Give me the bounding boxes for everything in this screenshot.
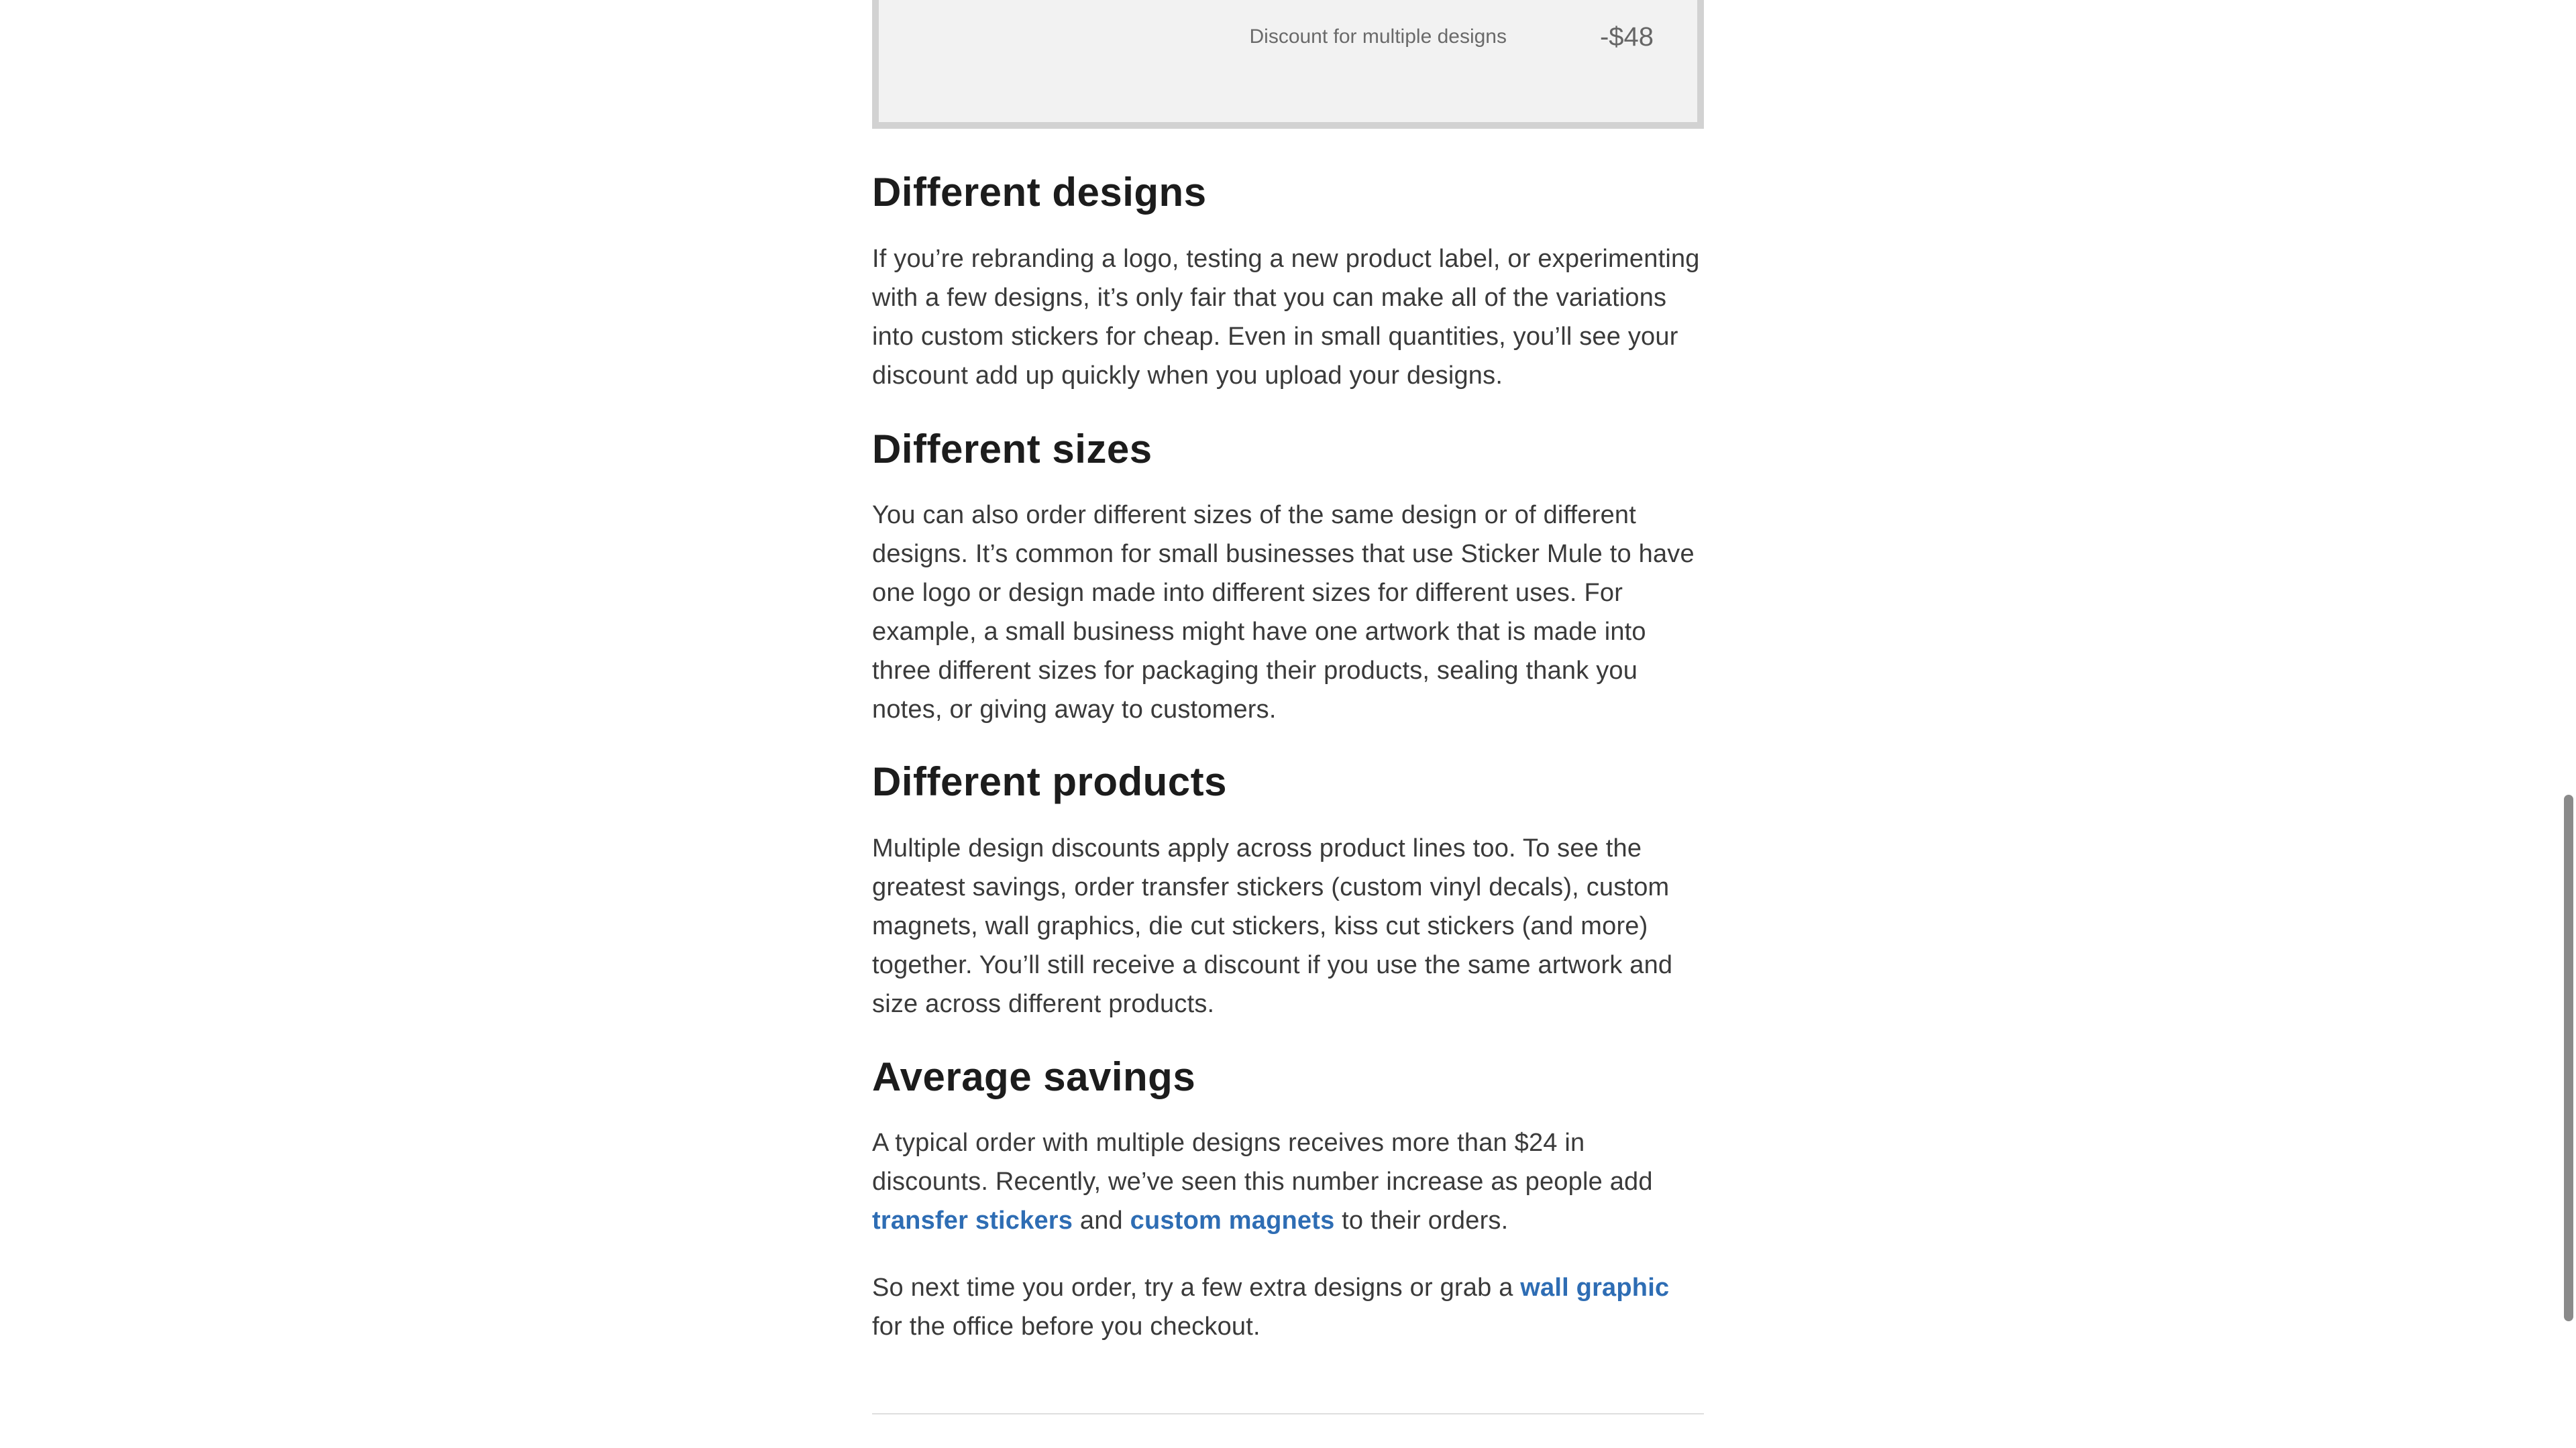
scrollbar-thumb[interactable] (2564, 795, 2573, 1321)
paragraph-closing: So next time you order, try a few extra … (872, 1268, 1704, 1346)
paragraph-text: to their orders. (1334, 1207, 1509, 1235)
paragraph-average-savings: A typical order with multiple designs re… (872, 1123, 1704, 1240)
heading-average-savings: Average savings (872, 1054, 1196, 1099)
page: Discount for multiple designs -$48 Diffe… (0, 0, 2576, 1448)
discount-amount: -$48 (1599, 22, 1654, 52)
paragraph-text: So next time you order, try a few extra … (872, 1274, 1521, 1302)
transfer-stickers-link[interactable]: transfer stickers (872, 1207, 1073, 1235)
paragraph-different-sizes: You can also order different sizes of th… (872, 501, 1695, 724)
heading-different-sizes: Different sizes (872, 427, 1152, 471)
paragraph-text: and (1073, 1207, 1130, 1235)
paragraph-text: A typical order with multiple designs re… (872, 1129, 1653, 1196)
heading-different-products: Different products (872, 759, 1228, 804)
section-divider (872, 1413, 1704, 1414)
paragraph-text: for the office before you checkout. (872, 1313, 1260, 1341)
discount-summary-box: Discount for multiple designs -$48 (872, 0, 1704, 129)
vertical-scrollbar[interactable] (2560, 0, 2576, 1448)
paragraph-different-designs: If you’re rebranding a logo, testing a n… (872, 245, 1700, 390)
paragraph-different-products: Multiple design discounts apply across p… (872, 834, 1673, 1018)
discount-label: Discount for multiple designs (1249, 25, 1507, 48)
wall-graphic-link[interactable]: wall graphic (1520, 1274, 1669, 1302)
custom-magnets-link[interactable]: custom magnets (1130, 1207, 1335, 1235)
heading-different-designs: Different designs (872, 170, 1207, 215)
